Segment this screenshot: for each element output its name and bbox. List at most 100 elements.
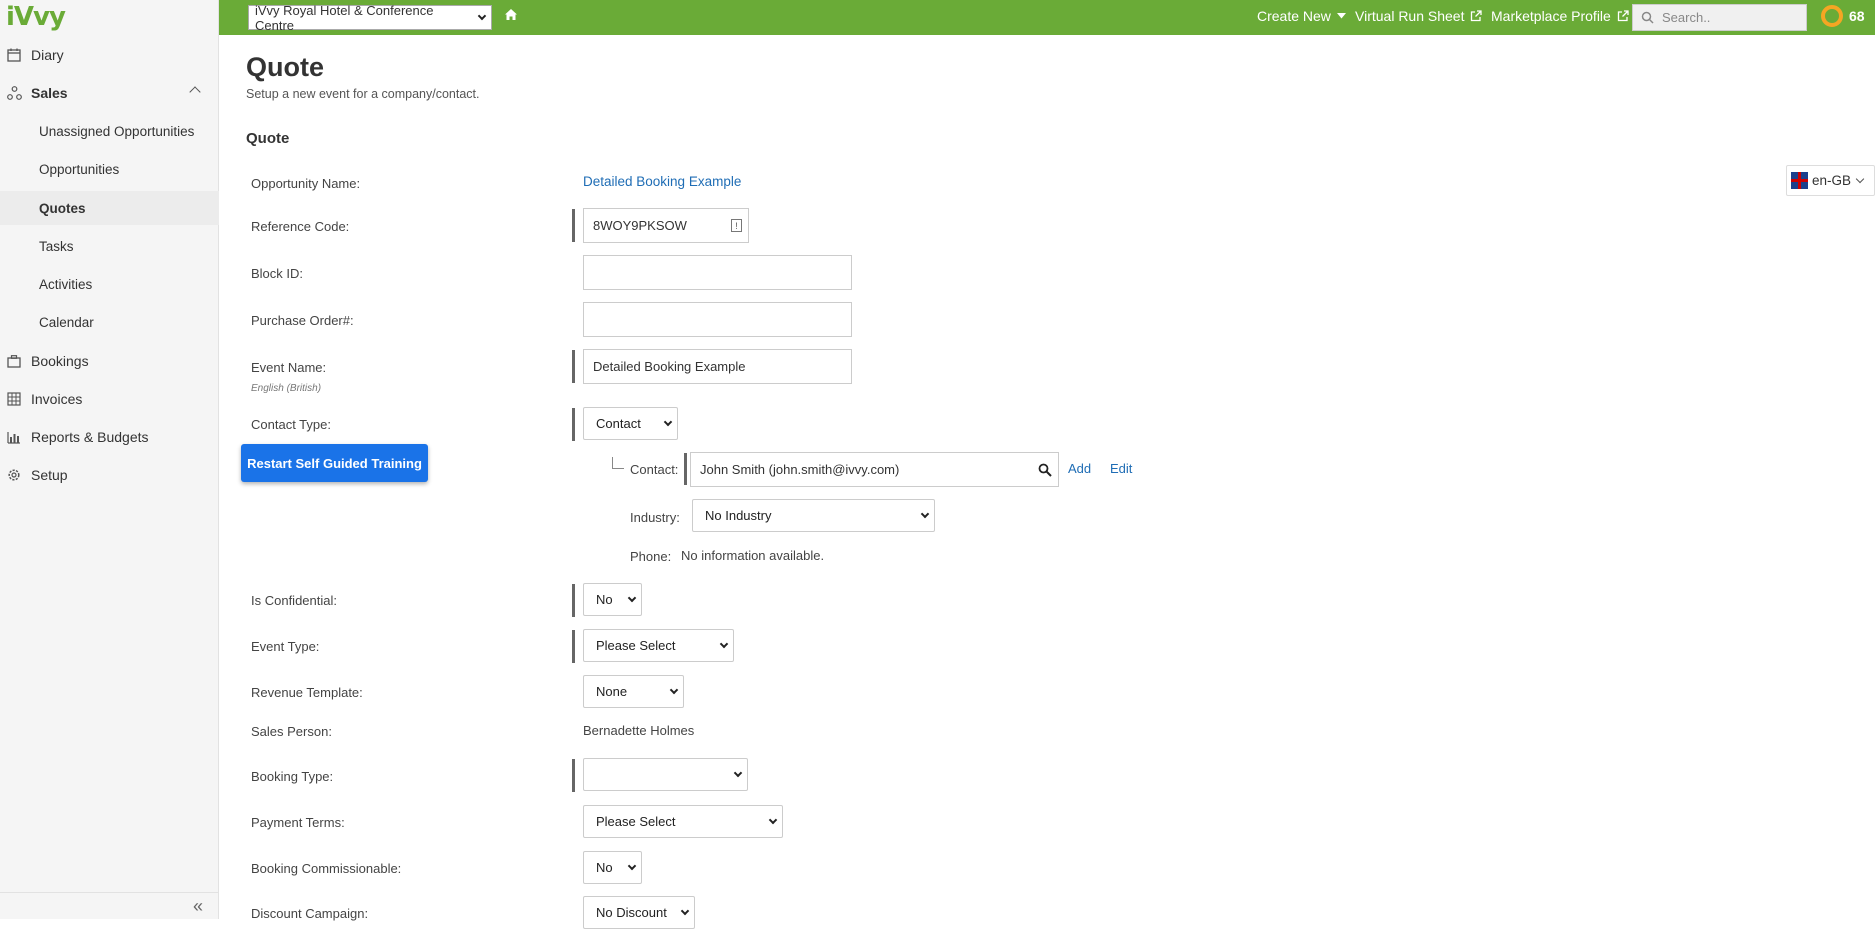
sidebar: iVvy Diary Sales Unassigned Opportunitie… — [0, 0, 219, 919]
industry-select[interactable]: No Industry — [692, 499, 935, 532]
chevron-down-icon — [719, 639, 729, 649]
phone-value: No information available. — [681, 548, 825, 563]
booking-commissionable-select[interactable]: No — [583, 851, 642, 884]
reference-code-value: 8WOY9PKSOW — [593, 218, 687, 233]
sidebar-footer: « — [0, 892, 219, 919]
sidebar-item-tasks[interactable]: Tasks — [0, 229, 219, 263]
contact-label: Contact: — [630, 462, 679, 477]
sidebar-item-setup[interactable]: Setup — [0, 458, 219, 492]
block-id-field[interactable] — [583, 255, 852, 290]
event-name-language-note: English (British) — [251, 383, 322, 394]
payment-terms-select[interactable]: Please Select — [583, 805, 783, 838]
sidebar-item-opportunities[interactable]: Opportunities — [0, 152, 219, 186]
bar-chart-icon — [6, 429, 22, 445]
required-indicator — [572, 209, 575, 242]
sidebar-item-unassigned-opportunities[interactable]: Unassigned Opportunities — [0, 114, 219, 148]
restart-training-button[interactable]: Restart Self Guided Training — [241, 444, 428, 482]
marketplace-profile-link[interactable]: Marketplace Profile — [1491, 8, 1629, 24]
sidebar-item-activities[interactable]: Activities — [0, 267, 219, 301]
marketplace-profile-label: Marketplace Profile — [1491, 8, 1611, 24]
chevron-down-icon — [663, 417, 673, 427]
contact-field[interactable]: John Smith (john.smith@ivvy.com) — [690, 452, 1059, 487]
sidebar-item-diary[interactable]: Diary — [0, 38, 219, 72]
sidebar-item-label: Activities — [39, 276, 93, 292]
create-new-menu[interactable]: Create New — [1257, 8, 1346, 24]
purchase-order-field[interactable] — [583, 302, 852, 337]
required-indicator — [572, 759, 575, 792]
sidebar-item-invoices[interactable]: Invoices — [0, 382, 219, 416]
contact-type-select[interactable]: Contact — [583, 407, 678, 440]
sidebar-item-label: Sales — [31, 85, 68, 101]
venue-select[interactable]: iVvy Royal Hotel & Conference Centre — [248, 2, 492, 33]
edit-contact-link[interactable]: Edit — [1110, 461, 1132, 476]
sidebar-item-label: Unassigned Opportunities — [39, 123, 195, 139]
calendar-icon — [6, 47, 22, 63]
sidebar-item-label: Tasks — [39, 238, 74, 254]
revenue-template-select[interactable]: None — [583, 675, 684, 708]
chevron-down-icon — [1855, 174, 1865, 184]
create-new-label: Create New — [1257, 8, 1331, 24]
is-confidential-select[interactable]: No — [583, 583, 642, 616]
reference-code-field[interactable]: 8WOY9PKSOW ! — [583, 208, 749, 243]
discount-campaign-select[interactable]: No Discount — [583, 896, 695, 929]
info-icon[interactable]: ! — [731, 219, 742, 232]
event-name-field[interactable]: Detailed Booking Example — [583, 349, 852, 384]
sidebar-item-label: Quotes — [39, 200, 86, 216]
required-indicator — [572, 630, 575, 663]
add-contact-link[interactable]: Add — [1068, 461, 1091, 476]
venue-select-value: iVvy Royal Hotel & Conference Centre — [255, 2, 434, 33]
chevron-down-icon — [733, 768, 743, 778]
payment-terms-value: Please Select — [596, 814, 676, 829]
collapse-sidebar-icon[interactable]: « — [193, 896, 203, 917]
profile-score-badge[interactable]: 68 — [1821, 5, 1865, 27]
language-select[interactable]: en-GB — [1786, 165, 1875, 196]
language-value: en-GB — [1812, 173, 1852, 188]
is-confidential-label: Is Confidential: — [251, 593, 337, 608]
caret-down-icon — [1336, 13, 1346, 19]
section-title: Quote — [246, 130, 290, 147]
search-icon — [1641, 11, 1654, 24]
external-link-icon — [1617, 10, 1629, 22]
virtual-run-sheet-link[interactable]: Virtual Run Sheet — [1355, 8, 1483, 24]
chevron-up-icon[interactable] — [189, 86, 201, 98]
chevron-down-icon — [680, 906, 690, 916]
sidebar-item-sales[interactable]: Sales — [0, 76, 219, 110]
event-type-value: Please Select — [596, 638, 676, 653]
event-type-label: Event Type: — [251, 639, 320, 654]
external-link-icon — [1471, 10, 1483, 22]
revenue-template-label: Revenue Template: — [251, 685, 363, 700]
booking-type-select[interactable] — [583, 758, 748, 791]
sidebar-item-label: Calendar — [39, 314, 94, 330]
virtual-run-sheet-label: Virtual Run Sheet — [1355, 8, 1465, 24]
sidebar-item-calendar[interactable]: Calendar — [0, 305, 219, 339]
score-value: 68 — [1849, 8, 1865, 24]
discount-campaign-value: No Discount — [596, 905, 667, 920]
page-title: Quote — [246, 52, 324, 82]
industry-label: Industry: — [630, 510, 680, 525]
home-icon[interactable] — [504, 8, 520, 24]
sidebar-item-quotes[interactable]: Quotes — [0, 191, 219, 225]
sales-person-value: Bernadette Holmes — [583, 723, 695, 738]
search-icon[interactable] — [1038, 463, 1052, 477]
event-type-select[interactable]: Please Select — [583, 629, 734, 662]
ivvy-logo[interactable]: iVvy — [6, 2, 66, 32]
score-ring-icon — [1821, 5, 1843, 27]
contact-value: John Smith (john.smith@ivvy.com) — [700, 462, 900, 477]
opportunity-name-link[interactable]: Detailed Booking Example — [583, 174, 741, 189]
chevron-down-icon — [627, 593, 637, 603]
booking-commissionable-value: No — [596, 860, 613, 875]
revenue-template-value: None — [596, 684, 628, 699]
reference-code-label: Reference Code: — [251, 219, 350, 234]
chevron-down-icon — [669, 685, 679, 695]
uk-flag-icon — [1791, 172, 1808, 189]
sidebar-item-label: Diary — [31, 47, 64, 63]
booking-commissionable-label: Booking Commissionable: — [251, 861, 402, 876]
chevron-down-icon — [477, 11, 487, 21]
sidebar-item-reports-budgets[interactable]: Reports & Budgets — [0, 420, 219, 454]
chevron-down-icon — [627, 861, 637, 871]
search-input[interactable]: Search.. — [1632, 4, 1807, 31]
phone-label: Phone: — [630, 549, 672, 564]
industry-value: No Industry — [705, 508, 772, 523]
sidebar-item-bookings[interactable]: Bookings — [0, 344, 219, 378]
gear-icon — [6, 467, 22, 483]
